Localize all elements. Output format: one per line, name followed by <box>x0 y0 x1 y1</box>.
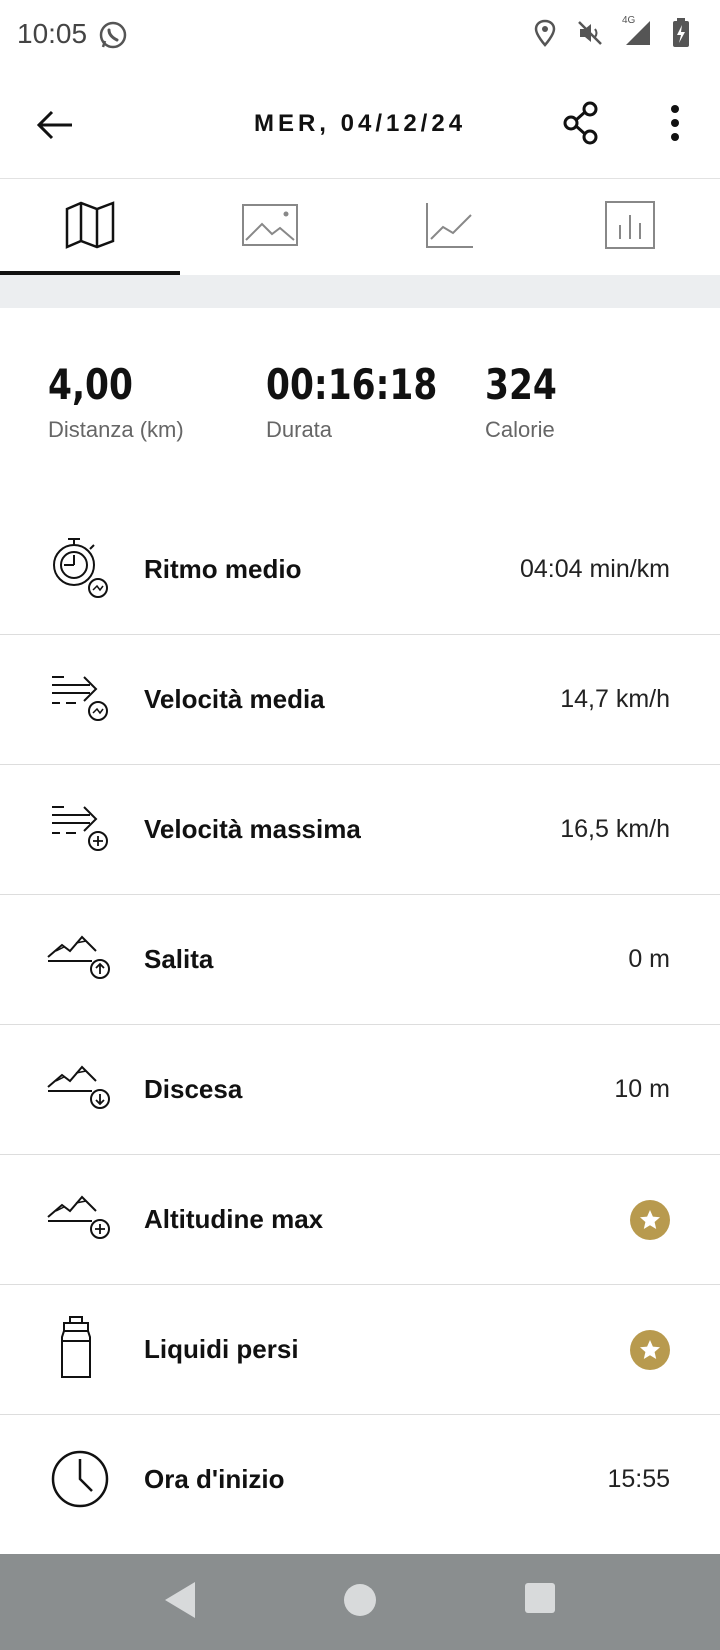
metric-value: 324 <box>485 360 557 409</box>
metric-label: Calorie <box>485 417 555 442</box>
stat-label: Liquidi persi <box>144 1334 299 1364</box>
altitude-max-icon <box>46 1185 116 1255</box>
activity-date-title: MER, 04/12/24 <box>253 110 467 137</box>
tab-laps[interactable] <box>540 179 720 275</box>
stat-value: 04:04 min/km <box>519 555 670 583</box>
location-icon <box>534 19 556 52</box>
stat-value: 15:55 <box>607 1465 670 1493</box>
premium-star-icon[interactable] <box>630 1330 670 1370</box>
clock-icon <box>46 1445 116 1515</box>
nav-back-icon[interactable] <box>163 1580 197 1625</box>
tab-bar <box>0 179 720 275</box>
tab-map[interactable] <box>0 179 180 275</box>
nav-recents-icon[interactable] <box>524 1582 556 1619</box>
water-bottle-icon <box>46 1315 116 1385</box>
metric-value: 4,00 <box>48 360 133 409</box>
stat-row-start-time: Ora d'inizio 15:55 <box>0 1415 720 1544</box>
tab-photos[interactable] <box>180 179 360 275</box>
battery-charging-icon <box>672 18 690 53</box>
image-icon <box>242 203 298 251</box>
metric-duration: 00:16:18 Durata <box>266 360 475 443</box>
nav-home-icon[interactable] <box>343 1580 377 1625</box>
stat-value: 14,7 km/h <box>560 685 670 713</box>
stat-label: Ritmo medio <box>144 554 302 584</box>
metric-label: Durata <box>266 417 333 442</box>
system-nav-bar <box>0 1554 720 1650</box>
metric-label: Distanza (km) <box>48 417 184 442</box>
premium-star-icon[interactable] <box>630 1200 670 1240</box>
stat-value: 16,5 km/h <box>560 815 670 843</box>
stat-row-descent: Discesa 10 m <box>0 1025 720 1155</box>
stats-list: Ritmo medio 04:04 min/km Velocità media … <box>0 505 720 1544</box>
metric-distance: 4,00 Distanza (km) <box>48 360 184 443</box>
stat-value: 10 m <box>614 1075 670 1103</box>
network-type-label: 4G <box>622 15 636 26</box>
speed-average-icon <box>46 665 116 735</box>
stat-row-ascent: Salita 0 m <box>0 895 720 1025</box>
map-icon <box>65 200 115 254</box>
system-icons: 4G <box>534 15 690 53</box>
stat-row-pace: Ritmo medio 04:04 min/km <box>0 505 720 635</box>
line-chart-icon <box>425 201 475 254</box>
stat-label: Altitudine max <box>144 1204 324 1234</box>
more-vert-icon[interactable] <box>660 100 690 146</box>
stat-row-avg-speed: Velocità media 14,7 km/h <box>0 635 720 765</box>
stat-row-max-speed: Velocità massima 16,5 km/h <box>0 765 720 895</box>
stopwatch-pace-icon <box>46 535 116 605</box>
stat-row-fluid-loss: Liquidi persi <box>0 1285 720 1415</box>
share-icon[interactable] <box>560 100 606 146</box>
metric-value: 00:16:18 <box>266 360 438 409</box>
bar-chart-icon <box>605 200 655 254</box>
speed-max-icon <box>46 795 116 865</box>
status-bar: 10:05 4G <box>0 0 720 72</box>
stat-label: Velocità media <box>144 684 325 714</box>
mute-icon <box>576 19 604 52</box>
divider-band <box>0 275 720 308</box>
app-bar: MER, 04/12/24 <box>0 72 720 179</box>
stat-label: Velocità massima <box>144 814 361 844</box>
status-time: 10:05 <box>17 18 88 49</box>
ascent-icon <box>46 925 116 995</box>
summary-metrics: 4,00 Distanza (km) 00:16:18 Durata 324 C… <box>0 360 720 460</box>
metric-calories: 324 Calorie <box>485 360 573 443</box>
signal-4g-icon: 4G <box>622 15 652 52</box>
stat-row-altitude-max: Altitudine max <box>0 1155 720 1285</box>
tab-graphs[interactable] <box>360 179 540 275</box>
stat-value: 0 m <box>628 945 670 973</box>
descent-icon <box>46 1055 116 1125</box>
stat-label: Salita <box>144 944 214 974</box>
stat-label: Discesa <box>144 1074 243 1104</box>
stat-label: Ora d'inizio <box>144 1464 285 1494</box>
whatsapp-icon <box>98 20 128 55</box>
